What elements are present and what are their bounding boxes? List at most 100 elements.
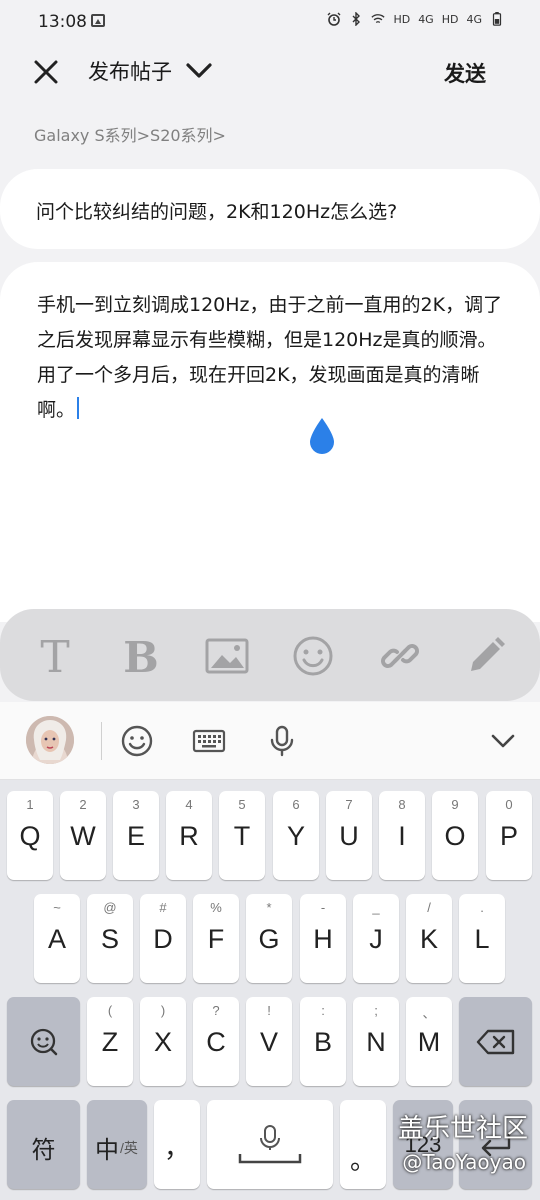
network-label-1: 4G	[418, 12, 434, 26]
key-hint: .	[480, 900, 484, 915]
key-r[interactable]: 4R	[166, 791, 212, 880]
wifi-icon	[371, 14, 386, 24]
status-time: 13:08	[38, 12, 87, 32]
key-hint: 8	[398, 797, 406, 812]
key-t[interactable]: 5T	[219, 791, 265, 880]
bluetooth-icon	[352, 12, 361, 26]
key-m[interactable]: 、 M	[406, 997, 452, 1086]
key-label: W	[70, 821, 96, 851]
symbol-key[interactable]: 符	[7, 1100, 80, 1189]
key-l[interactable]: .L	[459, 894, 505, 983]
key-h[interactable]: -H	[300, 894, 346, 983]
space-key[interactable]	[207, 1100, 333, 1189]
pencil-icon[interactable]	[463, 633, 509, 679]
key-label: C	[206, 1027, 226, 1057]
key-hint: /	[427, 900, 431, 915]
key-label: ，	[163, 1133, 190, 1163]
post-type-selector[interactable]: 发布帖子	[88, 56, 214, 86]
key-label: G	[258, 924, 280, 954]
comma-key[interactable]: ，	[154, 1100, 200, 1189]
hd-label-1: HD	[393, 12, 411, 26]
key-label: N	[366, 1027, 386, 1057]
send-button[interactable]: 发送	[444, 58, 486, 88]
microphone-icon[interactable]	[265, 724, 299, 758]
key-label: Q	[19, 821, 41, 851]
emoji-icon[interactable]	[290, 633, 336, 679]
gallery-notification-icon	[91, 14, 105, 27]
key-label: R	[179, 821, 199, 851]
key-v[interactable]: ! V	[246, 997, 292, 1086]
key-x[interactable]: ) X	[140, 997, 186, 1086]
breadcrumb[interactable]: Galaxy S系列>S20系列>	[34, 122, 226, 146]
key-g[interactable]: * G	[246, 894, 292, 983]
key-hint: 4	[185, 797, 193, 812]
key-hint: (	[107, 1003, 113, 1018]
key-e[interactable]: 3E	[113, 791, 159, 880]
key-s[interactable]: @ S	[87, 894, 133, 983]
post-body-text: 手机一到立刻调成120Hz，由于之前一直用的2K，调了之后发现屏幕显示有些模糊，…	[37, 288, 507, 428]
key-hint: ~	[53, 900, 61, 915]
keyboard-toolbar	[0, 702, 540, 780]
key-hint: 2	[79, 797, 87, 812]
key-hint: *	[266, 900, 272, 915]
text-style-button[interactable]: T	[33, 632, 77, 683]
emoji-icon[interactable]	[120, 724, 154, 758]
key-hint: ;	[374, 1003, 378, 1018]
bold-button[interactable]: B	[119, 633, 163, 682]
key-b[interactable]: :B	[300, 997, 346, 1086]
key-hint: 、	[422, 1006, 436, 1021]
key-sublabel: /英	[120, 1140, 138, 1156]
image-icon[interactable]	[204, 633, 250, 679]
key-k[interactable]: / K	[406, 894, 452, 983]
key-z[interactable]: (Z	[87, 997, 133, 1086]
post-body-content: 手机一到立刻调成120Hz，由于之前一直用的2K，调了之后发现屏幕显示有些模糊，…	[37, 294, 503, 421]
toolbar-divider	[101, 722, 102, 760]
key-label: S	[100, 924, 119, 954]
key-label: B	[313, 1027, 332, 1057]
key-hint: )	[160, 1003, 166, 1018]
format-toolbar: T B	[0, 609, 540, 701]
key-i[interactable]: 8I	[379, 791, 425, 880]
backspace-key[interactable]	[459, 997, 532, 1086]
key-j[interactable]: _ J	[353, 894, 399, 983]
post-title-field[interactable]: 问个比较纠结的问题，2K和120Hz怎么选?	[0, 169, 540, 249]
key-hint: 3	[132, 797, 140, 812]
key-n[interactable]: ; N	[353, 997, 399, 1086]
chevron-down-icon[interactable]	[486, 724, 520, 758]
post-body-field[interactable]: 手机一到立刻调成120Hz，由于之前一直用的2K，调了之后发现屏幕显示有些模糊，…	[0, 262, 540, 622]
key-u[interactable]: 7U	[326, 791, 372, 880]
keyboard-icon[interactable]	[192, 724, 226, 758]
key-label: V	[259, 1027, 278, 1057]
key-p[interactable]: 0P	[486, 791, 532, 880]
key-y[interactable]: 6Y	[273, 791, 319, 880]
key-c[interactable]: ? C	[193, 997, 239, 1086]
key-d[interactable]: # D	[140, 894, 186, 983]
avatar[interactable]	[26, 716, 74, 764]
status-bar: 13:08 HD 4G HD 4G	[0, 0, 540, 44]
key-label: P	[499, 821, 518, 851]
key-hint: 1	[26, 797, 34, 812]
key-label: 。	[349, 1145, 376, 1175]
emoji-key[interactable]	[7, 997, 80, 1086]
key-label: I	[398, 821, 406, 851]
key-label: J	[369, 924, 383, 954]
key-hint: #	[159, 900, 167, 915]
key-label: X	[153, 1027, 172, 1057]
key-label: T	[233, 821, 251, 851]
key-label: A	[47, 924, 66, 954]
cursor-handle-icon[interactable]	[308, 416, 336, 456]
key-a[interactable]: ~ A	[34, 894, 80, 983]
key-w[interactable]: 2W	[60, 791, 106, 880]
link-icon[interactable]	[377, 633, 423, 679]
key-f[interactable]: % F	[193, 894, 239, 983]
key-label: F	[207, 924, 225, 954]
close-icon[interactable]	[28, 54, 64, 90]
language-switch-key[interactable]: 中 /英	[87, 1100, 147, 1189]
page-title: 发布帖子	[88, 60, 172, 84]
key-hint: 7	[345, 797, 353, 812]
key-label: 符	[31, 1137, 56, 1164]
key-q[interactable]: 1Q	[7, 791, 53, 880]
period-key[interactable]: 。	[340, 1100, 386, 1189]
network-label-2: 4G	[466, 12, 482, 26]
key-o[interactable]: 9O	[432, 791, 478, 880]
